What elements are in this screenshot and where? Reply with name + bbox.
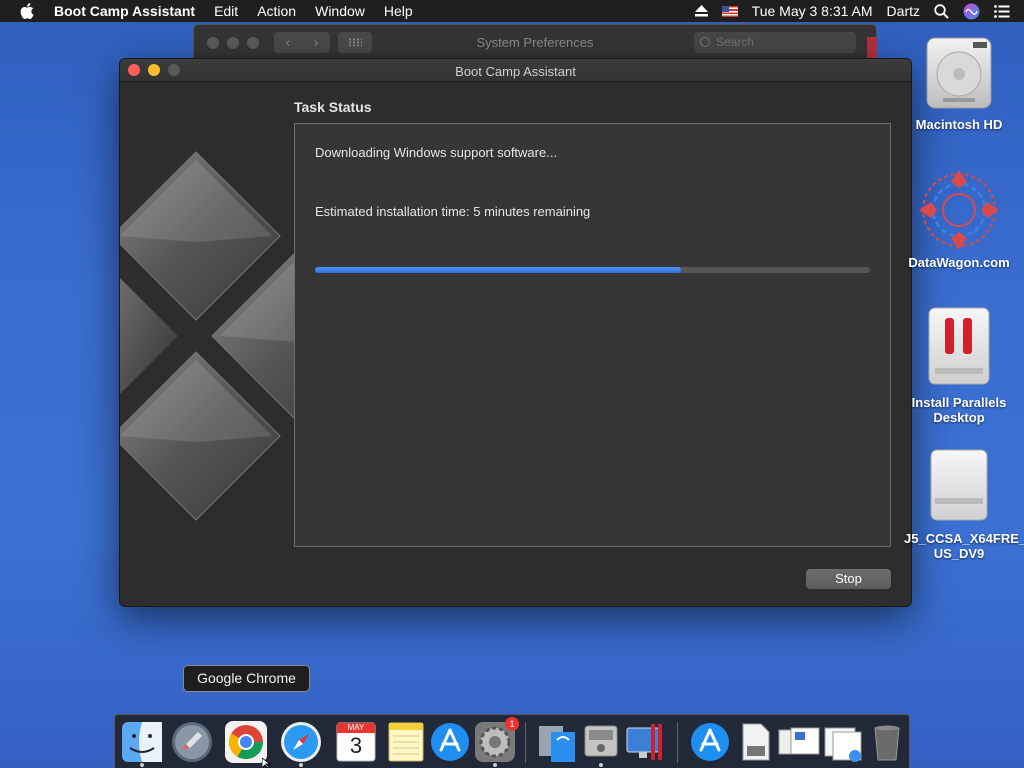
safari-compass-icon[interactable] [279, 720, 323, 764]
running-indicator [299, 763, 303, 767]
document-file-icon[interactable] [733, 720, 777, 764]
menu-app-name[interactable]: Boot Camp Assistant [54, 3, 195, 19]
desktop-icon-datawagon[interactable]: DataWagon.com [904, 168, 1014, 270]
menu-action[interactable]: Action [257, 3, 296, 19]
calendar-month: MAY [347, 723, 365, 732]
trash-icon[interactable] [865, 720, 909, 764]
input-source-flag-icon[interactable] [721, 5, 738, 17]
window-title: Boot Camp Assistant [455, 64, 576, 79]
running-indicator [599, 763, 603, 767]
dock-separator [525, 723, 526, 763]
notification-center-icon[interactable] [994, 4, 1010, 18]
app-store-download-icon[interactable] [688, 720, 732, 764]
desktop-icon-windows-iso[interactable]: J5_CCSA_X64FRE_EN-US_DV9 [904, 446, 1024, 561]
dock: MAY 3 1 [114, 714, 910, 768]
document-stack-icon[interactable] [777, 720, 821, 764]
dock-separator [677, 723, 678, 763]
menu-window[interactable]: Window [315, 3, 365, 19]
apple-menu-icon[interactable] [20, 3, 38, 19]
menu-user[interactable]: Dartz [887, 3, 920, 19]
progress-bar-fill [315, 267, 682, 273]
desktop-icon-label: Macintosh HD [915, 117, 1003, 132]
running-indicator [140, 763, 144, 767]
running-indicator [493, 763, 497, 767]
spotlight-search-icon[interactable] [934, 3, 949, 19]
progress-bar [315, 267, 870, 273]
menu-help[interactable]: Help [384, 3, 413, 19]
menu-edit[interactable]: Edit [214, 3, 238, 19]
desktop-icon-install-parallels[interactable]: Install Parallels Desktop [904, 304, 1014, 425]
parallels-installer-icon [928, 307, 990, 385]
datawagon-logo-icon [919, 170, 999, 250]
task-status-panel: Downloading Windows support software... … [294, 123, 891, 547]
menu-bar: Boot Camp Assistant Edit Action Window H… [0, 0, 1024, 22]
sysprefs-search-field[interactable]: Search [694, 32, 856, 53]
finder-icon[interactable] [120, 720, 164, 764]
hard-drive-icon [926, 37, 992, 109]
eject-icon[interactable] [694, 5, 708, 17]
time-remaining-message: Estimated installation time: 5 minutes r… [315, 204, 591, 219]
siri-icon[interactable] [963, 3, 980, 20]
desktop-icon-label: Install Parallels Desktop [911, 395, 1007, 425]
calendar-day: 3 [349, 733, 363, 758]
notification-badge: 1 [505, 717, 519, 731]
disk-utility-icon[interactable] [579, 720, 623, 764]
notes-icon[interactable] [384, 720, 428, 764]
desktop-icon-label: DataWagon.com [908, 255, 1010, 270]
desktop-icon-macintosh-hd[interactable]: Macintosh HD [904, 34, 1014, 132]
downloads-stack-icon[interactable] [821, 720, 865, 764]
mouse-cursor-icon [262, 758, 272, 768]
task-status-heading: Task Status [294, 99, 372, 115]
bootcamp-title-bar: Boot Camp Assistant [120, 59, 911, 82]
system-preferences-window: ‹ › System Preferences Search [193, 24, 877, 61]
calendar-icon[interactable]: MAY 3 [334, 720, 378, 764]
dock-tooltip: Google Chrome [183, 665, 310, 692]
boot-camp-assistant-window: Boot Camp Assistant Task Status Download… [119, 58, 912, 607]
launchpad-rocket-icon[interactable] [170, 720, 214, 764]
disk-image-icon [930, 449, 988, 521]
system-preferences-icon[interactable]: 1 [473, 717, 519, 764]
status-message: Downloading Windows support software... [315, 145, 558, 160]
parallels-desktop-icon[interactable] [623, 720, 667, 764]
boot-camp-assistant-icon[interactable] [535, 720, 579, 764]
menu-clock[interactable]: Tue May 3 8:31 AM [752, 3, 873, 19]
desktop-icon-label: J5_CCSA_X64FRE_EN-US_DV9 [904, 531, 1024, 561]
app-store-icon[interactable] [428, 720, 472, 764]
stop-button[interactable]: Stop [806, 569, 891, 589]
